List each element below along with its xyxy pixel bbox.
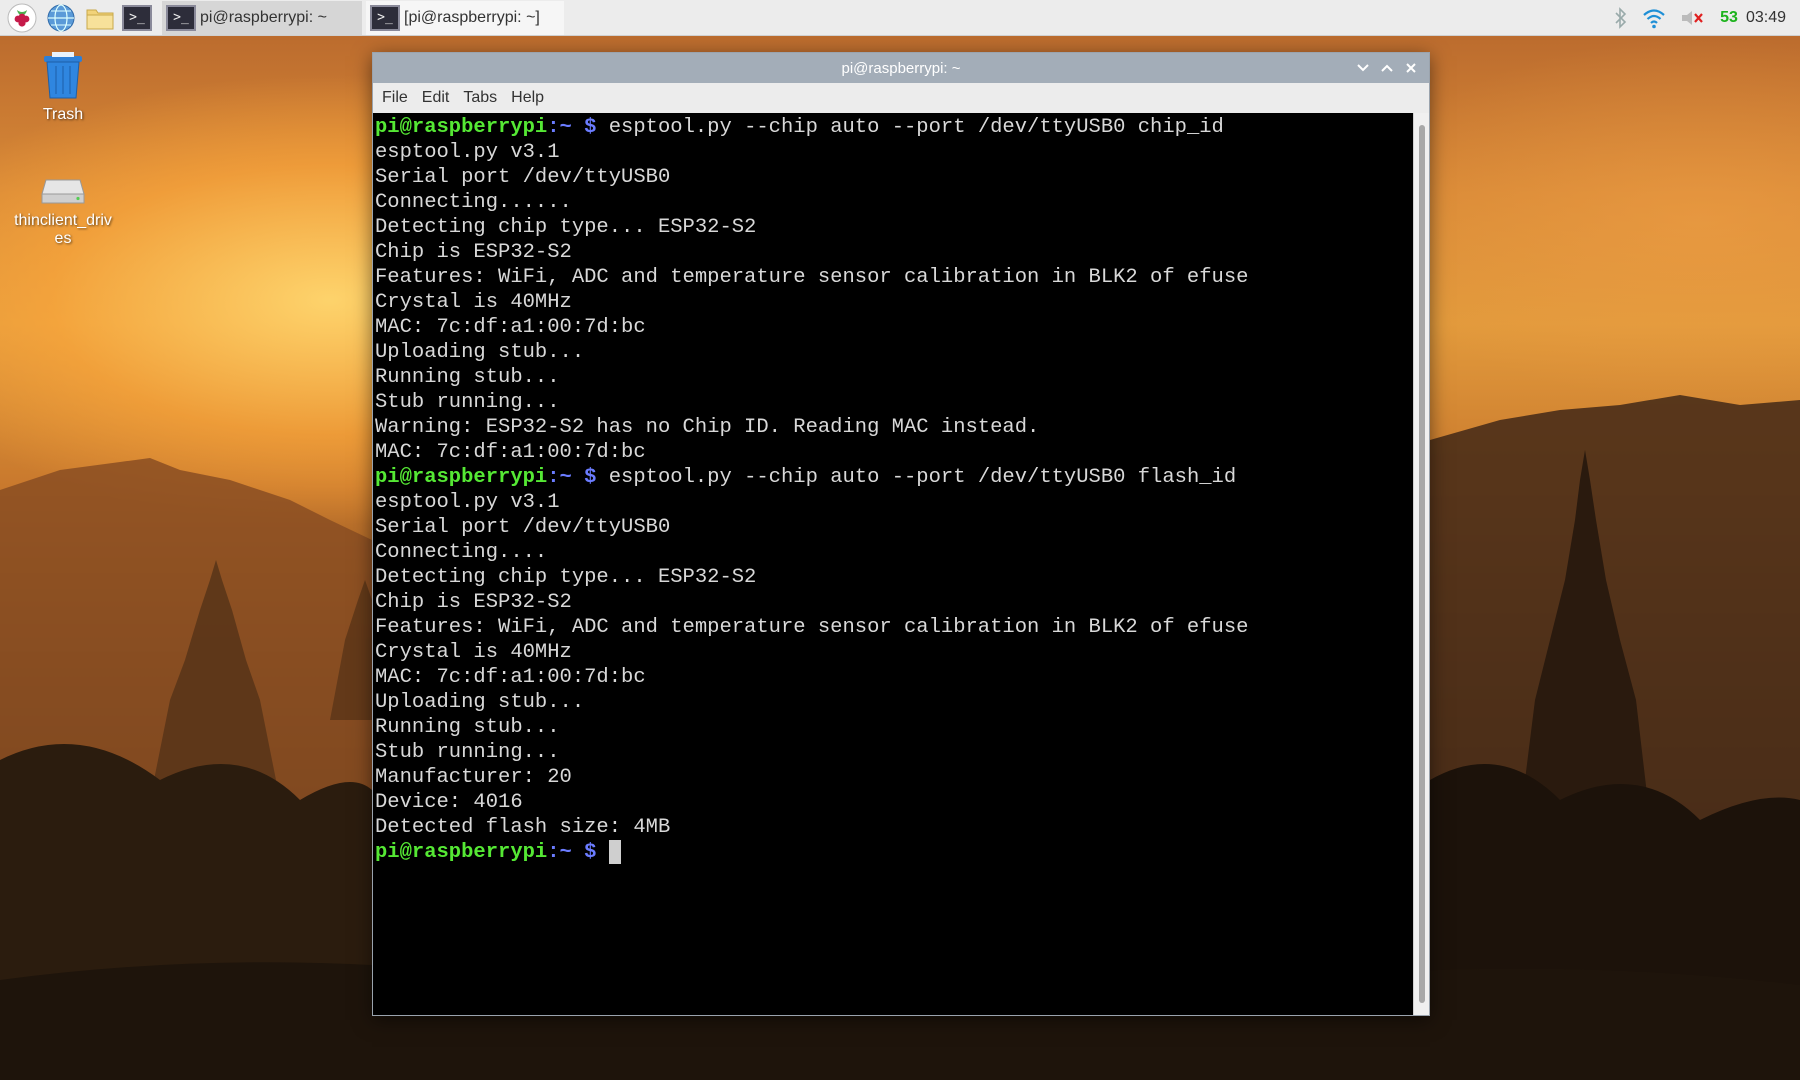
terminal-output-line: Features: WiFi, ADC and temperature sens… <box>375 616 1249 639</box>
terminal-output-line: Detected flash size: 4MB <box>375 816 671 839</box>
terminal-output-line: Detecting chip type... ESP32-S2 <box>375 216 757 239</box>
close-button[interactable] <box>1399 56 1423 80</box>
terminal-command: esptool.py --chip auto --port /dev/ttyUS… <box>596 116 1224 139</box>
file-manager-button[interactable] <box>83 1 117 35</box>
terminal-output-line: Crystal is 40MHz <box>375 641 572 664</box>
menu-help[interactable]: Help <box>511 89 544 107</box>
menu-tabs[interactable]: Tabs <box>463 89 497 107</box>
prompt-user: pi@raspberrypi <box>375 466 548 489</box>
drive-icon <box>41 179 85 204</box>
terminal-output[interactable]: pi@raspberrypi:~ $ esptool.py --chip aut… <box>373 113 1415 1015</box>
window-controls <box>1351 53 1423 83</box>
prompt-path: :~ $ <box>547 841 597 864</box>
terminal-output-line: Chip is ESP32-S2 <box>375 591 572 614</box>
desktop-icon-label: Trash <box>42 106 84 123</box>
terminal-output-line: MAC: 7c:df:a1:00:7d:bc <box>375 316 646 339</box>
cpu-usage-indicator[interactable]: 53 <box>1720 9 1738 27</box>
system-tray: 53 03:49 <box>1600 0 1800 36</box>
wifi-button[interactable] <box>1642 7 1666 29</box>
terminal-output-line: Features: WiFi, ADC and temperature sens… <box>375 266 1249 289</box>
volume-muted-icon <box>1682 10 1703 25</box>
terminal-output-line: Uploading stub... <box>375 341 585 364</box>
terminal-icon: >_ <box>166 4 196 31</box>
terminal-output-line: Serial port /dev/ttyUSB0 <box>375 516 671 539</box>
terminal-window: pi@raspberrypi: ~ File Edit Tabs Help pi… <box>372 52 1430 1016</box>
prompt-path: :~ $ <box>547 116 597 139</box>
bluetooth-button[interactable] <box>1614 6 1628 29</box>
window-title: pi@raspberrypi: ~ <box>841 59 961 77</box>
terminal-scrollbar[interactable] <box>1413 113 1429 1015</box>
terminal-output-line: esptool.py v3.1 <box>375 141 560 164</box>
file-manager-icon <box>86 9 114 29</box>
scrollbar-thumb[interactable] <box>1419 125 1425 1003</box>
menu-bar: File Edit Tabs Help <box>373 83 1429 113</box>
terminal-output-line: esptool.py v3.1 <box>375 491 560 514</box>
terminal-prompt-line: pi@raspberrypi:~ $ <box>375 840 1413 865</box>
trash-icon <box>44 52 82 99</box>
terminal-output-line: MAC: 7c:df:a1:00:7d:bc <box>375 441 646 464</box>
prompt-user: pi@raspberrypi <box>375 841 548 864</box>
terminal-output-line: Crystal is 40MHz <box>375 291 572 314</box>
terminal-prompt-line: pi@raspberrypi:~ $ esptool.py --chip aut… <box>375 115 1413 140</box>
chevron-up-icon <box>1381 64 1393 72</box>
terminal-output-line: Running stub... <box>375 366 560 389</box>
close-icon <box>1406 63 1416 73</box>
taskbar-label: pi@raspberrypi: ~ <box>200 8 327 26</box>
chevron-down-icon <box>1357 64 1369 72</box>
terminal-output-line: Chip is ESP32-S2 <box>375 241 572 264</box>
terminal-output-line: MAC: 7c:df:a1:00:7d:bc <box>375 666 646 689</box>
terminal-prompt-line: pi@raspberrypi:~ $ esptool.py --chip aut… <box>375 465 1413 490</box>
top-panel: >_ >_ pi@raspberrypi: ~ >_ [pi@raspberry… <box>0 0 1800 36</box>
terminal-output-line: Device: 4016 <box>375 791 523 814</box>
taskbar-terminal-inactive[interactable]: >_ [pi@raspberrypi: ~] <box>366 0 564 35</box>
bluetooth-icon <box>1615 6 1627 29</box>
prompt-path: :~ $ <box>547 466 597 489</box>
terminal-cursor <box>608 840 621 864</box>
terminal-output-line: Stub running... <box>375 741 560 764</box>
clock[interactable]: 03:49 <box>1746 9 1786 27</box>
terminal-launcher-button[interactable]: >_ <box>122 1 156 35</box>
terminal-output-line: Connecting...... <box>375 191 572 214</box>
terminal-output-line: Warning: ESP32-S2 has no Chip ID. Readin… <box>375 416 1040 439</box>
terminal-command: esptool.py --chip auto --port /dev/ttyUS… <box>596 466 1237 489</box>
window-titlebar[interactable]: pi@raspberrypi: ~ <box>373 53 1429 83</box>
volume-button[interactable] <box>1680 8 1706 28</box>
taskbar-terminal-active[interactable]: >_ pi@raspberrypi: ~ <box>162 0 362 35</box>
desktop-icon-trash[interactable]: Trash <box>8 44 118 124</box>
terminal-output-line: Serial port /dev/ttyUSB0 <box>375 166 671 189</box>
menu-edit[interactable]: Edit <box>422 89 450 107</box>
terminal-output-line: Detecting chip type... ESP32-S2 <box>375 566 757 589</box>
prompt-user: pi@raspberrypi <box>375 116 548 139</box>
terminal-output-line: Running stub... <box>375 716 560 739</box>
taskbar-label: [pi@raspberrypi: ~] <box>404 8 540 26</box>
minimize-button[interactable] <box>1351 56 1375 80</box>
web-browser-button[interactable] <box>44 1 78 35</box>
terminal-output-line: Connecting.... <box>375 541 548 564</box>
terminal-output-line: Manufacturer: 20 <box>375 766 572 789</box>
terminal-icon: >_ <box>370 4 400 31</box>
desktop-icon-label: thinclient_drives <box>14 212 112 247</box>
raspberry-menu-button[interactable] <box>5 1 39 35</box>
terminal-output-line: Uploading stub... <box>375 691 585 714</box>
terminal-command <box>596 841 608 864</box>
wifi-icon <box>1643 8 1665 28</box>
raspberry-menu-icon <box>7 3 37 32</box>
terminal-icon: >_ <box>122 4 152 31</box>
menu-file[interactable]: File <box>382 89 408 107</box>
desktop-icon-thinclient-drives[interactable]: thinclient_drives <box>8 150 118 248</box>
maximize-button[interactable] <box>1375 56 1399 80</box>
web-browser-icon <box>47 3 75 32</box>
terminal-output-line: Stub running... <box>375 391 560 414</box>
